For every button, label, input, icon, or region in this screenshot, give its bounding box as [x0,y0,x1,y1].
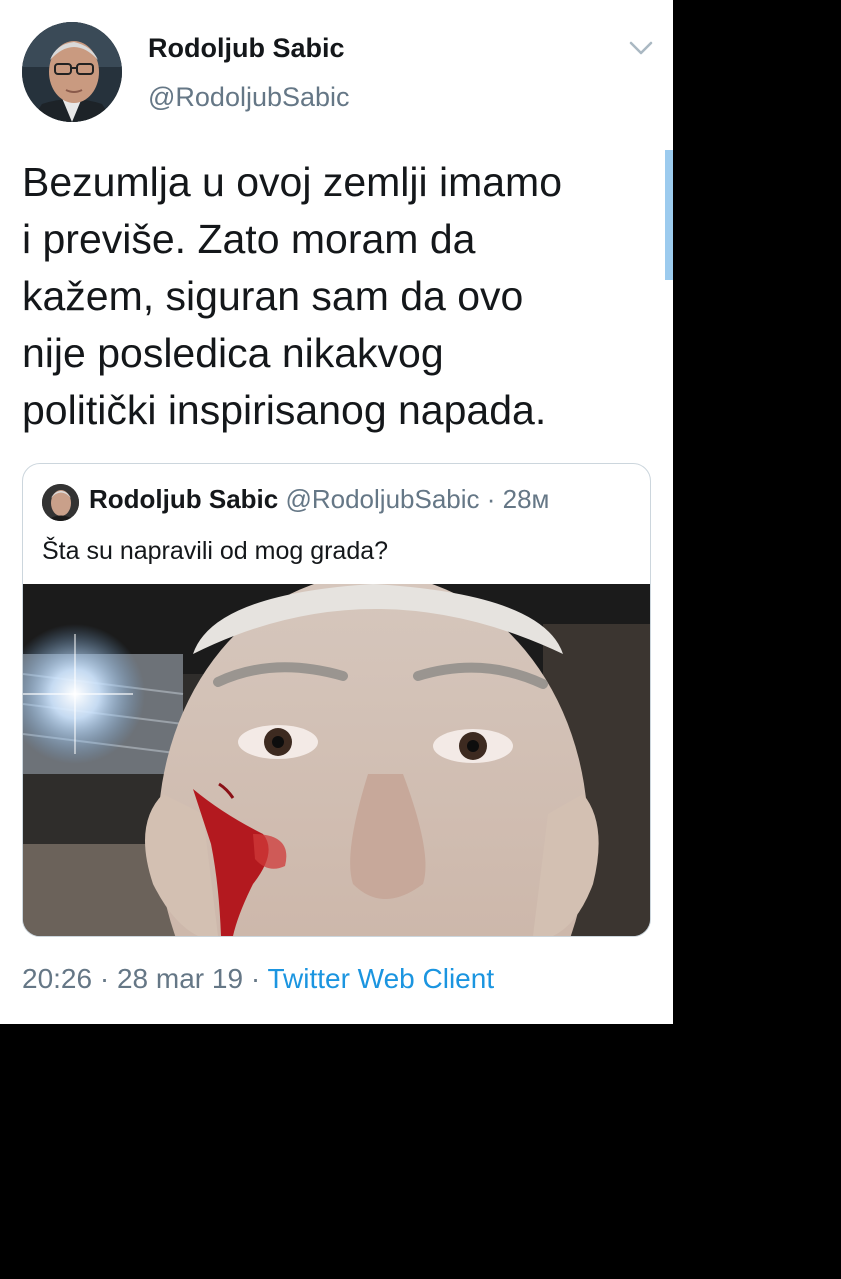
quoted-tweet[interactable]: Rodoljub Sabic @RodoljubSabic · 28м Šta … [22,463,651,937]
tweet-time[interactable]: 20:26 [22,963,92,994]
tweet-footer: 20:26 · 28 mar 19 · Twitter Web Client [22,963,494,995]
author-display-name[interactable]: Rodoljub Sabic [148,33,345,64]
quoted-tweet-header: Rodoljub Sabic @RodoljubSabic · 28м [89,484,549,515]
author-avatar[interactable] [22,22,122,122]
author-handle[interactable]: @RodoljubSabic [148,82,350,113]
tweet-card: Rodoljub Sabic @RodoljubSabic Bezumlja u… [0,0,673,1024]
tweet-date[interactable]: 28 mar 19 [117,963,243,994]
tweet-client-link[interactable]: Twitter Web Client [267,963,494,994]
quoted-tweet-photo[interactable] [23,584,650,936]
quoted-author-handle[interactable]: @RodoljubSabic [285,484,479,514]
footer-separator: · [243,963,268,994]
chevron-down-icon[interactable] [628,38,654,58]
quoted-separator: · [479,484,503,514]
quoted-author-name[interactable]: Rodoljub Sabic [89,484,278,514]
quoted-author-avatar[interactable] [42,484,79,521]
quoted-timestamp[interactable]: 28м [503,484,550,514]
scroll-indicator[interactable] [665,150,673,280]
quoted-tweet-text: Šta su napravili od mog grada? [42,537,389,565]
footer-separator: · [92,963,117,994]
tweet-text: Bezumlja u ovoj zemlji imamo i previše. … [22,159,563,433]
